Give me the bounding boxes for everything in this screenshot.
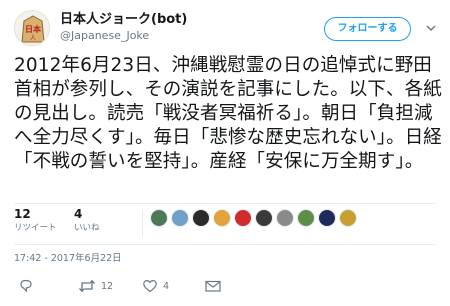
direct-message-button[interactable]	[204, 276, 222, 296]
chevron-down-icon[interactable]	[424, 21, 438, 35]
liker-avatar-3[interactable]	[192, 209, 210, 227]
svg-text:人: 人	[30, 35, 36, 42]
like-count: 4	[74, 207, 83, 221]
user-handle[interactable]: @Japanese_Joke	[60, 28, 187, 43]
liker-avatar-4[interactable]	[213, 209, 231, 227]
divider	[14, 203, 436, 204]
profile-names: 日本人ジョーク(bot) @Japanese_Joke	[60, 11, 187, 43]
reply-button[interactable]	[18, 276, 34, 296]
retweet-icon	[79, 279, 95, 293]
shogi-piece-icon: 日本 人	[15, 11, 49, 45]
liker-avatar-6[interactable]	[255, 209, 273, 227]
reply-icon	[20, 279, 32, 293]
tweet-header: 日本 人 日本人ジョーク(bot) @Japanese_Joke フォローする	[14, 10, 436, 46]
tweet-actions: 12 4	[14, 276, 274, 296]
like-stat[interactable]: 4 いいね	[74, 207, 100, 234]
liker-avatar-8[interactable]	[297, 209, 315, 227]
liker-avatar-2[interactable]	[171, 209, 189, 227]
liker-avatar-5[interactable]	[234, 209, 252, 227]
tweet-timestamp[interactable]: 17:42 - 2017年6月22日	[14, 253, 122, 265]
retweet-button[interactable]: 12	[78, 276, 113, 296]
tweet-text: 2012年6月23日、沖縄戦慰霊の日の追悼式に野田首相が参列し、その演説を記事に…	[14, 55, 442, 172]
display-name[interactable]: 日本人ジョーク(bot)	[60, 11, 187, 28]
divider	[14, 244, 436, 245]
liker-avatar-10[interactable]	[339, 209, 357, 227]
liker-avatar-1[interactable]	[150, 209, 168, 227]
svg-text:日本: 日本	[25, 24, 41, 34]
divider	[142, 209, 143, 237]
retweet-count: 12	[14, 207, 31, 221]
like-button[interactable]: 4	[142, 276, 169, 296]
liker-avatar-9[interactable]	[318, 209, 336, 227]
retweet-label: リツイート	[14, 223, 57, 233]
retweet-action-count: 12	[101, 280, 114, 292]
follow-button[interactable]: フォローする	[324, 17, 411, 41]
like-action-count: 4	[163, 280, 170, 292]
profile-avatar[interactable]: 日本 人	[14, 10, 50, 46]
retweet-stat[interactable]: 12 リツイート	[14, 207, 57, 234]
tweet-stats: 12 リツイート 4 いいね	[14, 207, 436, 241]
envelope-icon	[205, 280, 221, 292]
like-label: いいね	[74, 223, 100, 233]
heart-icon	[143, 279, 157, 293]
liker-avatar-7[interactable]	[276, 209, 294, 227]
